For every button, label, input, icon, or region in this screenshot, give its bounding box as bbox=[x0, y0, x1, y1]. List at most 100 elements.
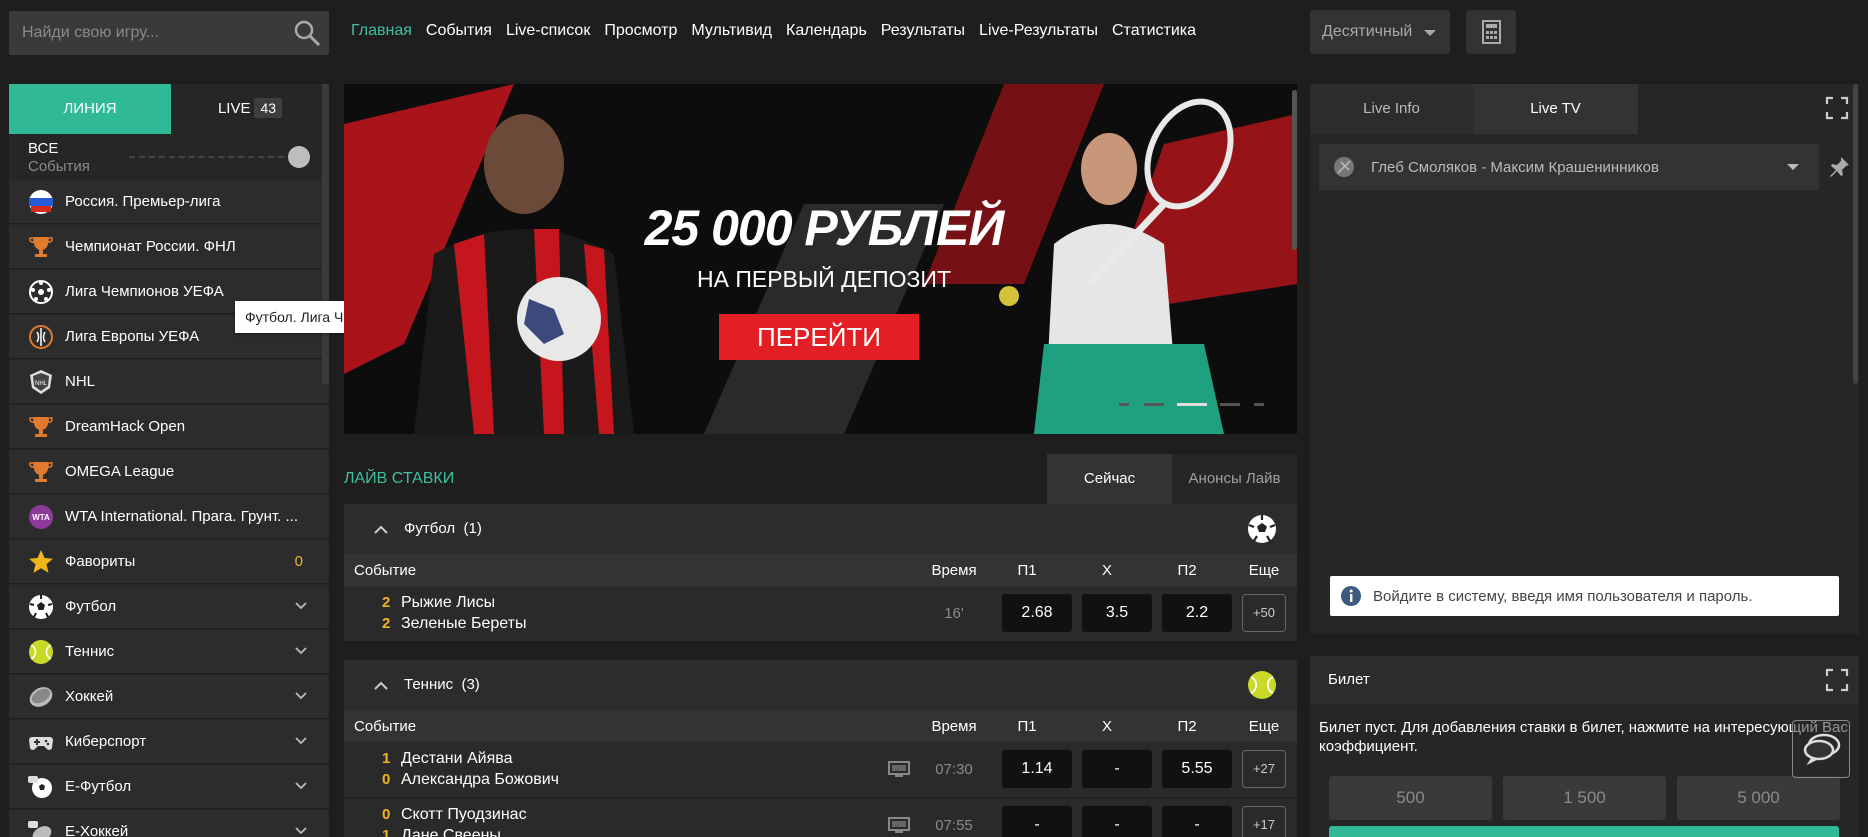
nav-statistics[interactable]: Статистика bbox=[1112, 22, 1196, 40]
calculator-button[interactable] bbox=[1466, 10, 1516, 54]
sidebar-item-label: Теннис bbox=[65, 643, 115, 660]
info-icon bbox=[1341, 586, 1361, 606]
stake-preset-button[interactable]: 500 bbox=[1329, 776, 1492, 820]
col-time: Время bbox=[931, 562, 977, 579]
live-panel: Live Info Live TV Глеб Смоляков - Максим… bbox=[1310, 84, 1859, 634]
right-scrollbar[interactable] bbox=[1853, 84, 1858, 384]
event-row[interactable]: 0 Скотт Пуодзинас 1 Дане Свеены 07:55 - … bbox=[344, 798, 1297, 837]
pin-icon[interactable] bbox=[1828, 156, 1850, 178]
nav-home[interactable]: Главная bbox=[351, 22, 412, 40]
tab-live[interactable]: LIVE 43 bbox=[171, 84, 329, 134]
nav-live-list[interactable]: Live-список bbox=[506, 22, 590, 40]
carousel-dot[interactable] bbox=[1254, 403, 1264, 406]
tab-live-info[interactable]: Live Info bbox=[1310, 84, 1473, 134]
tv-icon[interactable] bbox=[888, 761, 910, 778]
trophy-icon bbox=[29, 462, 53, 482]
sidebar-item-dreamhack[interactable]: DreamHack Open bbox=[9, 405, 329, 449]
event-row[interactable]: 1 Дестани Айява 0 Александра Божович 07:… bbox=[344, 742, 1297, 798]
nav-live-results[interactable]: Live-Результаты bbox=[979, 22, 1098, 40]
tv-icon[interactable] bbox=[888, 817, 910, 834]
match-select[interactable]: Глеб Смоляков - Максим Крашенинников bbox=[1319, 144, 1819, 190]
sidebar-item-russia-premier[interactable]: Россия. Премьер-лига bbox=[9, 180, 329, 224]
sidebar-item-label: DreamHack Open bbox=[65, 418, 186, 435]
period-slider-handle[interactable] bbox=[288, 146, 310, 168]
carousel-dot[interactable] bbox=[1220, 403, 1240, 406]
odd-p2-button[interactable]: 5.55 bbox=[1162, 750, 1232, 788]
place-bet-button[interactable] bbox=[1329, 826, 1839, 837]
odd-p1-button[interactable]: 1.14 bbox=[1002, 750, 1072, 788]
odds-format-select[interactable]: Десятичный bbox=[1310, 10, 1450, 54]
odd-p2-button[interactable]: 2.2 bbox=[1162, 594, 1232, 632]
event-row[interactable]: 2 Рыжие Лисы 2 Зеленые Береты 16' 2.68 3… bbox=[344, 586, 1297, 642]
nav-events[interactable]: События bbox=[426, 22, 492, 40]
nav-view[interactable]: Просмотр bbox=[604, 22, 677, 40]
event-time: 07:55 bbox=[935, 817, 973, 834]
all-events-filter[interactable]: ВСЕ События bbox=[9, 136, 329, 178]
sidebar-item-label: Е-Футбол bbox=[65, 778, 132, 795]
more-markets-button[interactable]: +27 bbox=[1242, 750, 1286, 788]
tennis-ball-icon bbox=[1248, 671, 1276, 699]
chevron-down-icon bbox=[295, 737, 307, 745]
col-event: Событие bbox=[354, 718, 417, 735]
tab-live-tv[interactable]: Live TV bbox=[1473, 84, 1638, 134]
home-player: Дестани Айява bbox=[401, 750, 513, 767]
sport-header-tennis[interactable]: Теннис (3) bbox=[344, 660, 1297, 710]
sidebar-scrollbar[interactable] bbox=[322, 84, 329, 384]
more-markets-button[interactable]: +50 bbox=[1242, 594, 1286, 632]
sidebar-item-wta-prague[interactable]: WTA WTA International. Прага. Грунт. ... bbox=[9, 495, 329, 539]
sidebar-item-label: Киберспорт bbox=[65, 733, 147, 750]
nav-results[interactable]: Результаты bbox=[881, 22, 965, 40]
stake-preset-button[interactable]: 5 000 bbox=[1677, 776, 1840, 820]
search-icon[interactable] bbox=[293, 19, 321, 47]
sidebar-item-tennis[interactable]: Теннис bbox=[9, 630, 329, 674]
odd-p1-button[interactable]: 2.68 bbox=[1002, 594, 1072, 632]
nav-multiview[interactable]: Мультивид bbox=[691, 22, 772, 40]
tab-now[interactable]: Сейчас bbox=[1047, 454, 1172, 504]
more-markets-button[interactable]: +17 bbox=[1242, 806, 1286, 837]
tab-line[interactable]: ЛИНИЯ bbox=[9, 84, 171, 134]
sidebar-item-hockey[interactable]: Хоккей bbox=[9, 675, 329, 719]
chevron-up-icon[interactable] bbox=[374, 524, 388, 534]
odd-x-button[interactable]: 3.5 bbox=[1082, 594, 1152, 632]
expand-icon[interactable] bbox=[1825, 668, 1849, 692]
promo-banner[interactable]: 25 000 РУБЛЕЙ НА ПЕРВЫЙ ДЕПОЗИТ ПЕРЕЙТИ bbox=[344, 84, 1297, 434]
search-input[interactable] bbox=[9, 11, 279, 55]
live-bets-title: ЛАЙВ СТАВКИ bbox=[344, 470, 455, 487]
bet-slip: Билет Билет пуст. Для добавления ставки … bbox=[1310, 656, 1859, 837]
wta-icon: WTA bbox=[29, 505, 53, 529]
carousel-dot-active[interactable] bbox=[1177, 403, 1207, 406]
odd-p2-button[interactable]: - bbox=[1162, 806, 1232, 837]
login-notice-text: Войдите в систему, введя имя пользовател… bbox=[1373, 588, 1753, 605]
nav-calendar[interactable]: Календарь bbox=[786, 22, 867, 40]
center-scrollbar[interactable] bbox=[1292, 90, 1297, 250]
chevron-up-icon[interactable] bbox=[374, 680, 388, 690]
sidebar-item-fnl[interactable]: Чемпионат России. ФНЛ bbox=[9, 225, 329, 269]
carousel-dot[interactable] bbox=[1144, 403, 1164, 406]
sport-name: Теннис (3) bbox=[404, 676, 480, 693]
home-score: 0 bbox=[382, 806, 391, 823]
sidebar-item-ehockey[interactable]: Е-Хоккей bbox=[9, 810, 329, 837]
odd-p1-button[interactable]: - bbox=[1002, 806, 1072, 837]
sport-header-football[interactable]: Футбол (1) bbox=[344, 504, 1297, 554]
column-headers: Событие Время П1 X П2 Еще bbox=[344, 710, 1297, 742]
banner-cta-button[interactable]: ПЕРЕЙТИ bbox=[719, 314, 919, 360]
tennis-racket-icon bbox=[1334, 157, 1354, 177]
sidebar-item-favorites[interactable]: Фавориты 0 bbox=[9, 540, 329, 584]
sidebar-item-football[interactable]: Футбол bbox=[9, 585, 329, 629]
sidebar-item-label: Футбол bbox=[65, 598, 117, 615]
tab-live-announcements[interactable]: Анонсы Лайв bbox=[1172, 454, 1297, 504]
sidebar-item-omega-league[interactable]: OMEGA League bbox=[9, 450, 329, 494]
chat-button[interactable] bbox=[1792, 720, 1850, 778]
sidebar-item-efootball[interactable]: Е-Футбол bbox=[9, 765, 329, 809]
expand-icon[interactable] bbox=[1825, 96, 1849, 120]
stake-preset-button[interactable]: 1 500 bbox=[1503, 776, 1666, 820]
odd-x-button[interactable]: - bbox=[1082, 750, 1152, 788]
carousel-dot[interactable] bbox=[1119, 403, 1129, 406]
banner-background bbox=[344, 84, 1297, 434]
sidebar-item-nhl[interactable]: NHL NHL bbox=[9, 360, 329, 404]
sidebar-item-esports[interactable]: Киберспорт bbox=[9, 720, 329, 764]
period-slider-track[interactable] bbox=[129, 156, 294, 158]
odd-x-button[interactable]: - bbox=[1082, 806, 1152, 837]
sidebar: ЛИНИЯ LIVE 43 ВСЕ События Россия. Премьер… bbox=[9, 84, 329, 837]
football-icon bbox=[29, 280, 53, 304]
